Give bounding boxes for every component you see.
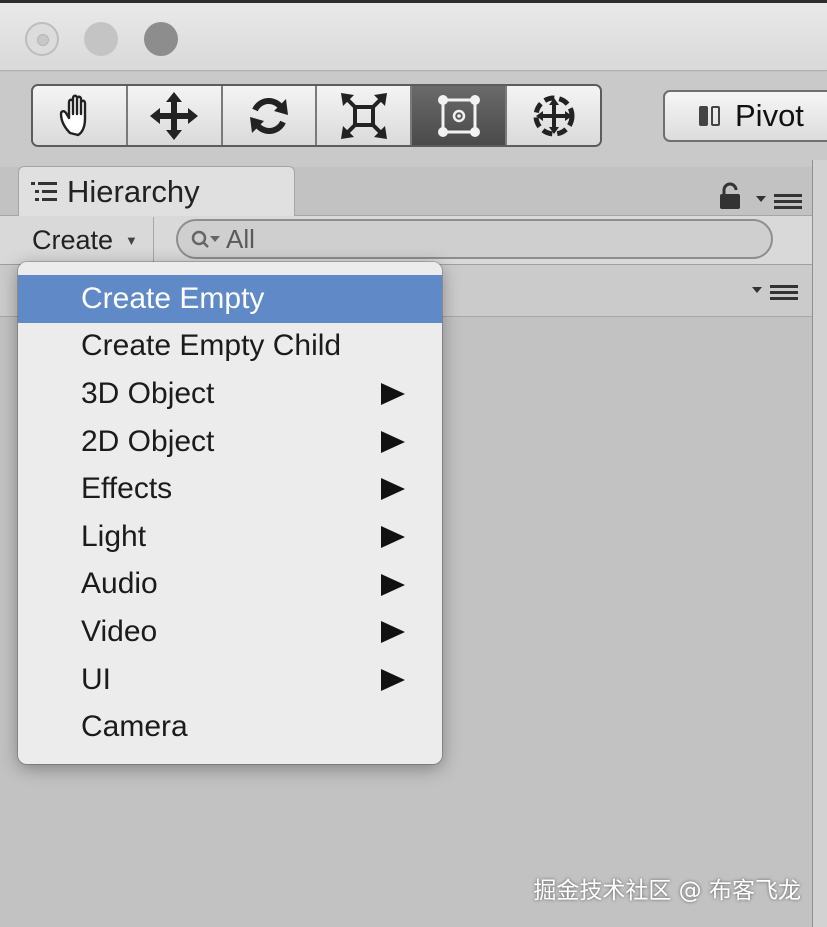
submenu-arrow-icon [381,668,405,691]
zoom-window-button[interactable] [144,22,178,56]
menu-item-label: Audio [81,567,158,601]
tab-hierarchy[interactable]: Hierarchy [18,166,295,216]
move-tool-button[interactable] [127,86,223,145]
scale-tool-button[interactable] [317,86,413,145]
menu-item-video[interactable]: Video [18,608,442,656]
title-bar [0,3,827,71]
menu-item-label: Light [81,519,147,553]
menu-item-3d-object[interactable]: 3D Object [18,370,442,418]
rotate-icon [250,97,289,134]
menu-item-label: Create Empty Child [81,329,342,363]
hand-tool-button[interactable] [33,86,128,145]
submenu-arrow-icon [381,621,405,644]
pivot-icon [699,105,725,127]
rect-tool-button[interactable] [412,86,508,145]
search-input[interactable] [226,223,746,255]
menu-item-label: 2D Object [81,424,215,458]
menu-item-label: UI [81,662,111,696]
panel-menu-icon[interactable] [756,192,804,210]
menu-item-light[interactable]: Light [18,513,442,561]
hand-icon [60,94,87,136]
menu-item-audio[interactable]: Audio [18,561,442,609]
transform-tools [31,84,602,147]
menu-item-ui[interactable]: UI [18,656,442,704]
move-arrows-icon [150,91,199,140]
close-window-button[interactable] [25,22,59,56]
menu-item-create-empty-child[interactable]: Create Empty Child [18,323,442,371]
menu-item-camera[interactable]: Camera [18,703,442,751]
minimize-window-button[interactable] [84,22,118,56]
scene-menu-icon[interactable] [752,283,800,301]
submenu-arrow-icon [381,430,405,453]
submenu-arrow-icon [381,525,405,548]
pivot-toggle-button[interactable]: Pivot [663,90,827,142]
create-dropdown[interactable]: Create ▼ [16,217,154,263]
submenu-arrow-icon [381,478,405,501]
submenu-arrow-icon [381,573,405,596]
watermark: 掘金技术社区 @ 布客飞龙 [533,878,801,904]
menu-item-label: Create Empty [81,281,265,315]
panel-divider[interactable] [812,160,827,927]
submenu-arrow-icon [381,383,405,406]
tab-hierarchy-label: Hierarchy [67,173,200,209]
search-icon [191,230,220,248]
menu-item-label: Video [81,614,158,648]
menu-item-label: 3D Object [81,376,215,410]
transform-tool-button[interactable] [507,86,600,145]
lock-icon[interactable] [718,182,742,210]
menu-item-effects[interactable]: Effects [18,465,442,513]
rotate-tool-button[interactable] [222,86,318,145]
menu-item-2d-object[interactable]: 2D Object [18,418,442,466]
list-icon [31,181,57,201]
rect-transform-icon [437,94,480,137]
create-label: Create [32,224,114,255]
transform-icon [533,95,575,136]
create-context-menu: Create Empty Create Empty Child 3D Objec… [18,262,442,764]
menu-item-create-empty[interactable]: Create Empty [18,275,442,323]
pivot-label: Pivot [735,98,804,133]
menu-item-label: Effects [81,472,173,506]
scale-icon [340,92,387,139]
chevron-down-icon: ▼ [125,232,138,248]
menu-item-label: Camera [81,710,188,744]
search-field[interactable] [176,219,773,259]
